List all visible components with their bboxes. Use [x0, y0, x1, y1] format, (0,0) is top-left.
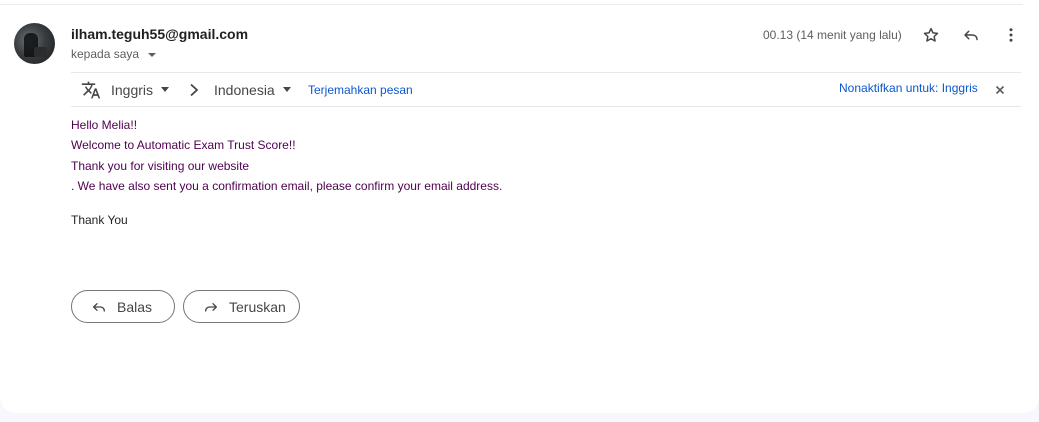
more-vert-icon: [1009, 28, 1013, 42]
email-message-card: ilham.teguh55@gmail.com kepada saya 00.1…: [0, 0, 1039, 413]
reply-button[interactable]: [959, 23, 983, 47]
star-button[interactable]: [919, 23, 943, 47]
chevron-down-icon[interactable]: [148, 52, 157, 57]
message-timestamp: 00.13 (14 menit yang lalu): [763, 28, 902, 42]
body-line: Welcome to Automatic Exam Trust Score!!: [71, 138, 296, 153]
recipient-details-toggle[interactable]: kepada saya: [71, 47, 157, 61]
reply-icon: [93, 302, 105, 312]
chevron-down-icon: [282, 87, 291, 92]
message-body: Hello Melia!! Welcome to Automatic Exam …: [71, 115, 502, 196]
translate-message-link[interactable]: Terjemahkan pesan: [308, 73, 413, 106]
reply-icon: [964, 30, 978, 41]
language-arrow: [188, 73, 200, 106]
reply-pill-button[interactable]: Balas: [71, 290, 175, 323]
recipient-label: kepada saya: [71, 47, 140, 61]
avatar[interactable]: [14, 23, 55, 64]
forward-icon: [205, 302, 217, 312]
close-icon: [995, 85, 1005, 94]
more-options-button[interactable]: [999, 23, 1023, 47]
message-closing: Thank You: [71, 213, 128, 227]
translate-bar: Inggris Indonesia Terjemahkan pesan Nona…: [71, 72, 1021, 107]
target-language-select[interactable]: Indonesia: [214, 73, 291, 106]
reply-label: Balas: [117, 298, 153, 315]
star-icon: [923, 27, 939, 42]
body-line: . We have also sent you a confirmation e…: [71, 178, 503, 193]
translate-icon-wrapper: [81, 73, 101, 106]
chevron-down-icon: [161, 87, 170, 92]
source-language-label: Inggris: [111, 81, 154, 98]
source-language-select[interactable]: Inggris: [111, 73, 170, 106]
target-language-label: Indonesia: [214, 81, 275, 98]
chevron-right-icon: [190, 83, 199, 96]
disable-translation-link[interactable]: Nonaktifkan untuk: Inggris: [839, 71, 978, 104]
forward-label: Teruskan: [229, 298, 286, 315]
body-line: Thank you for visiting our website: [71, 158, 250, 173]
translate-icon: [81, 81, 101, 98]
divider: [0, 4, 1023, 5]
close-translate-bar-button[interactable]: [995, 73, 1005, 106]
sender-email[interactable]: ilham.teguh55@gmail.com: [71, 26, 248, 42]
forward-pill-button[interactable]: Teruskan: [183, 290, 300, 323]
body-line: Hello Melia!!: [71, 118, 138, 132]
